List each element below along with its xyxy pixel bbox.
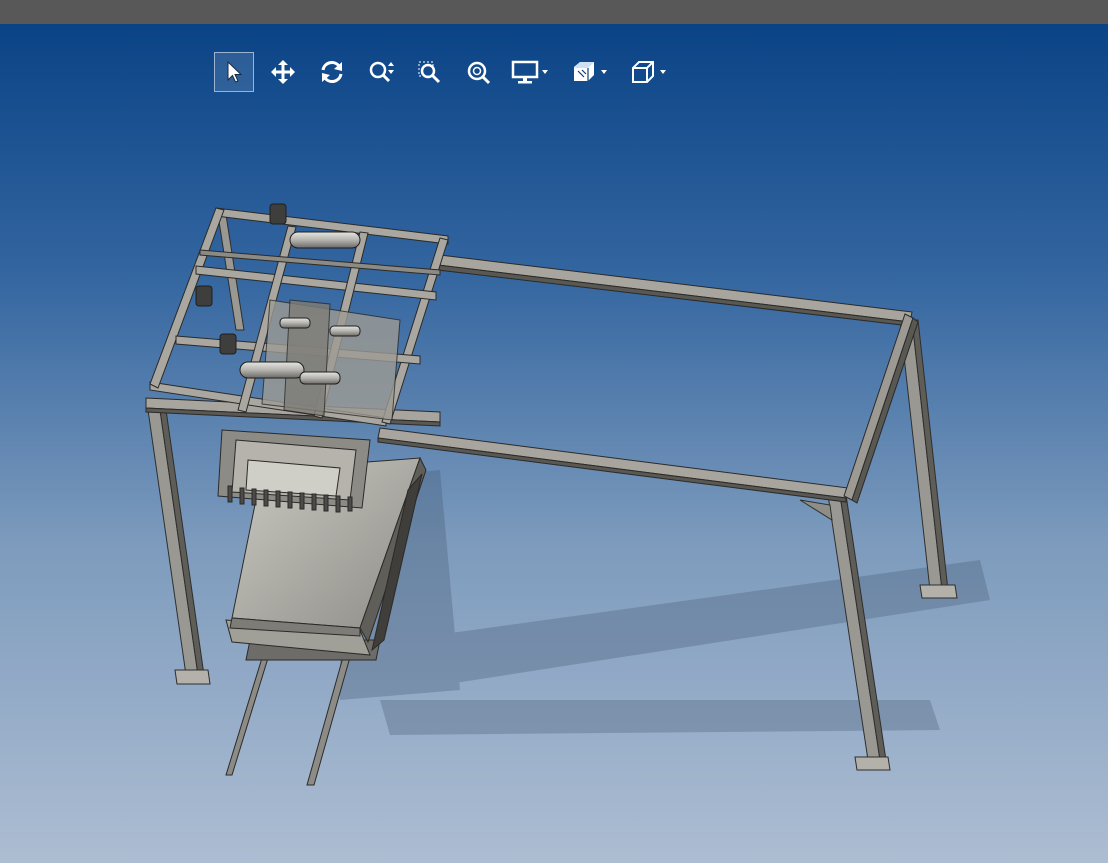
zoom-window-icon	[418, 61, 441, 84]
section-view-button[interactable]	[567, 52, 601, 92]
monitor-icon	[511, 60, 539, 84]
zoom-fit-icon	[467, 61, 491, 85]
zoom-window-button[interactable]	[410, 52, 450, 92]
pan-tool-button[interactable]	[263, 52, 303, 92]
zoom-fit-button[interactable]	[459, 52, 499, 92]
zoom-up-down-icon	[369, 61, 394, 83]
section-box-icon	[574, 62, 594, 81]
gantry-model[interactable]	[0, 24, 1108, 863]
chevron-down-icon	[660, 70, 666, 74]
3d-viewport[interactable]	[0, 24, 1108, 863]
view-orientation-button[interactable]	[626, 52, 660, 92]
zoom-tool-button[interactable]	[361, 52, 401, 92]
view-orientation-dropdown[interactable]	[660, 52, 674, 92]
floor-rails	[225, 649, 353, 786]
chevron-down-icon	[542, 70, 548, 74]
ground-shadow	[340, 470, 990, 735]
select-tool-button[interactable]	[214, 52, 254, 92]
four-way-arrows-icon	[271, 60, 295, 84]
display-mode-button[interactable]	[508, 52, 542, 92]
cube-icon	[632, 61, 654, 83]
rotate-arrows-icon	[321, 61, 343, 83]
leg-front-left	[147, 409, 211, 685]
section-view-dropdown[interactable]	[601, 52, 615, 92]
display-mode-dropdown[interactable]	[542, 52, 556, 92]
view-toolbar	[214, 52, 685, 92]
pointer-arrow-icon	[227, 60, 243, 83]
chevron-down-icon	[601, 70, 607, 74]
rotate-tool-button[interactable]	[312, 52, 352, 92]
cad-viewer-window	[0, 0, 1108, 863]
title-bar	[0, 0, 1108, 24]
leg-back-right	[899, 319, 958, 599]
